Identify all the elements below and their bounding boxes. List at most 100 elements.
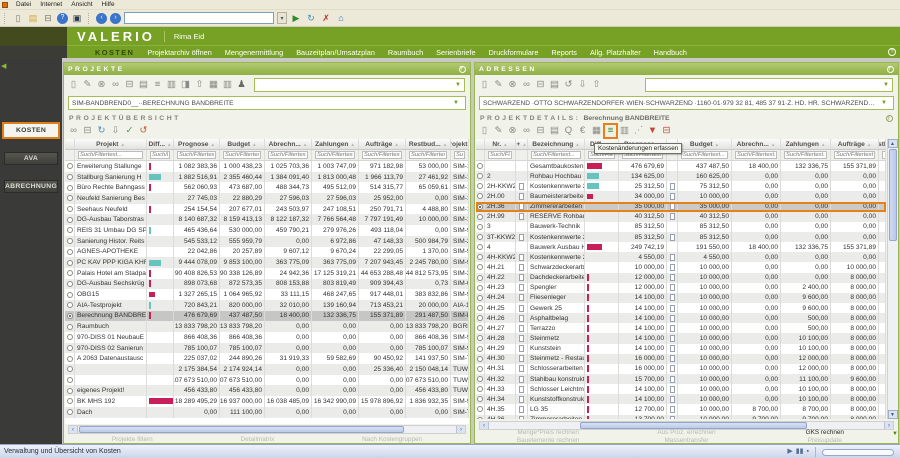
upload-icon[interactable]: ⇧ [591,79,602,91]
document-icon[interactable] [670,264,675,271]
menu-internet[interactable]: Internet [40,1,62,8]
table-row[interactable]: Erweiterung Stallunge1 082 383,361 000 4… [65,161,469,172]
row-radio[interactable] [477,234,483,240]
table-row[interactable]: 4Bauwerk Ausbau Hoch249 742,19191 550,00… [476,242,886,252]
person-icon[interactable]: ♟ [236,79,247,91]
button-massentransfer[interactable]: Massentransfer [617,437,755,444]
filter-input[interactable] [454,151,465,159]
gks-dropdown-arrow-icon[interactable]: ▼ [892,431,898,437]
print-icon[interactable]: ⊟ [82,125,93,137]
document-icon[interactable] [670,376,675,383]
delete-icon[interactable]: ⊗ [507,79,518,91]
row-radio[interactable] [477,285,483,291]
document-icon[interactable] [519,386,524,393]
stop-icon[interactable]: ✗ [320,12,332,24]
search-binoculars-icon[interactable]: ∞ [521,79,532,91]
table-row[interactable]: 2H.36Zimmererarbeiten35 000,0035 000,000… [476,202,886,212]
table-row[interactable]: 4H.36Zimmererarbeiten13 700,0010 000,009… [476,415,886,419]
scroll-up-icon[interactable]: ▲ [888,139,898,148]
table-row[interactable]: 4H.25Gewerk 2514 100,0010 000,000,009 60… [476,303,886,313]
column-header[interactable]: Aufträge [838,141,865,148]
filter-input[interactable] [681,151,728,159]
document-icon[interactable] [519,264,524,271]
dropdown-arrow-icon[interactable]: ▼ [878,100,890,106]
table-row[interactable]: Büro Rechte Bahngass562 060,93473 687,00… [65,182,469,193]
button-gks-rechnen[interactable]: GKS rechnen [756,429,894,436]
filter-input[interactable] [177,151,216,159]
edit-icon[interactable]: ✎ [493,79,504,91]
document-icon[interactable] [670,193,675,200]
row-radio[interactable] [477,356,483,362]
adressen-search-input[interactable] [646,82,880,89]
row-radio[interactable] [477,386,483,392]
table-row[interactable]: OBG151 327 265,151 064 965,9233 111,1546… [65,289,469,300]
adresse-combo[interactable]: SCHWARZEND ·OTTO SCHWARZENDORFER·WIEN·SC… [479,96,894,110]
row-radio[interactable] [67,292,73,298]
go-icon[interactable]: ▶ [290,12,302,24]
row-radio[interactable] [67,409,73,415]
filter-input[interactable] [834,151,875,159]
column-header[interactable]: Aufträge [365,141,392,148]
row-radio[interactable] [477,295,483,301]
sidebar-item-ava[interactable]: AVA [4,152,58,165]
column-header[interactable]: Restbud... [409,141,441,148]
search-binoculars-icon[interactable]: ∞ [521,125,532,137]
document-icon[interactable] [519,396,524,403]
download-icon[interactable]: ⇩ [577,79,588,91]
row-radio[interactable] [477,163,483,169]
projekt-combo[interactable]: SIM-BANDBREND0__··BERECHNUNG BANDBREITE … [68,96,466,110]
table-icon[interactable]: ▦ [208,79,219,91]
filter-input[interactable] [882,151,886,159]
home-icon[interactable]: ⌂ [335,12,347,24]
row-radio[interactable] [67,249,73,255]
cost-changes-icon[interactable]: ≡ [605,125,616,137]
document-icon[interactable] [519,305,524,312]
table-row[interactable]: 4H.22Dachdeckerarbeiten12 000,0010 000,0… [476,273,886,283]
calc-grid-icon[interactable]: ▦ [591,125,602,137]
column-header[interactable]: Prognose [178,141,208,148]
globe-help-icon[interactable]: ? [57,13,68,24]
scroll-right-icon[interactable]: › [456,426,465,433]
document-icon[interactable] [670,305,675,312]
button-nach-kostengruppen[interactable]: Nach Kostengruppen [362,436,422,443]
document-icon[interactable] [519,284,524,291]
table-row[interactable]: 2 175 384,542 174 924,140,000,0025 336,4… [65,364,469,375]
table-row[interactable]: 4H.28Steinmetz14 100,0010 000,000,0010 1… [476,333,886,343]
row-radio[interactable] [67,185,73,191]
document-icon[interactable] [670,396,675,403]
address-input[interactable] [124,12,274,24]
button-detailmatrix[interactable]: Detailmatrix [241,436,275,443]
row-radio[interactable] [477,305,483,311]
column-header[interactable]: Diff... [149,141,165,148]
new-document-icon[interactable]: ▯ [479,125,490,137]
row-radio[interactable] [477,275,483,281]
table-row[interactable]: 2H.00Baumeisterarbeiten34 000,0010 000,0… [476,191,886,201]
header-menu-item[interactable]: Raumbuch [388,48,423,57]
table-row[interactable]: 3Bauwerk-Technik85 312,5085 312,500,000,… [476,222,886,232]
column-header[interactable]: Abrechn... [269,141,301,148]
column-header[interactable]: Bezeichnung [532,141,573,148]
copy-icon[interactable]: ◨ [180,79,191,91]
scroll-left-icon[interactable]: ‹ [480,422,489,429]
table-row[interactable]: REIS 31 Umbau DG SP465 436,64530 000,004… [65,225,469,236]
table-row[interactable]: DG-Ausbau Sechskrüg898 073,68872 573,358… [65,279,469,290]
forward-icon[interactable]: › [110,13,121,24]
document-icon[interactable] [519,274,524,281]
document-icon[interactable] [519,376,524,383]
row-radio[interactable] [477,396,483,402]
undo-icon[interactable]: ↺ [138,125,149,137]
open-folder-icon[interactable]: ▤ [549,79,560,91]
row-radio[interactable] [67,324,73,330]
filter-funnel-icon[interactable]: ▼ [647,125,658,137]
header-menu-item[interactable]: Druckformulare [489,48,539,57]
new-document-icon[interactable]: ▯ [68,79,79,91]
table-row[interactable]: 4H.24Fliesenleger14 100,0010 000,000,009… [476,293,886,303]
row-radio[interactable] [477,346,483,352]
column-header[interactable]: Restb [879,141,886,148]
upload-icon[interactable]: ⇧ [194,79,205,91]
column-header[interactable]: Projekt [96,141,118,148]
table-row[interactable]: 4H-KKW2Kostenkennwerte 2.Eb4 550,004 550… [476,252,886,262]
help-icon[interactable]: ? [887,66,894,73]
document-icon[interactable] [670,335,675,342]
document-icon[interactable] [519,345,524,352]
